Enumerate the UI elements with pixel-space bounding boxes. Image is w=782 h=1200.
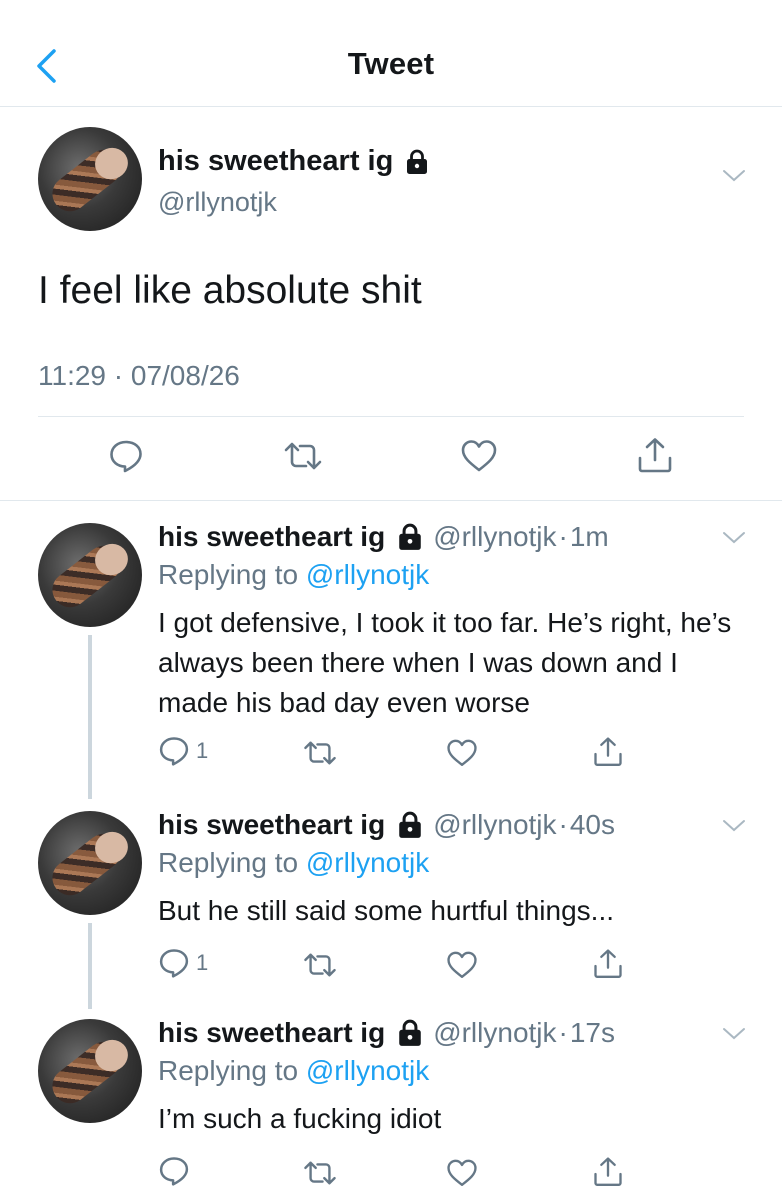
reply-icon [159,737,189,766]
reply-button[interactable]: 1 [158,735,208,767]
avatar[interactable] [38,127,142,231]
tweet-text: I feel like absolute shit [38,269,422,312]
separator: · [558,809,568,840]
chevron-down-icon [723,1028,745,1040]
display-name[interactable]: his sweetheart ig [158,1017,385,1049]
reply-button[interactable] [158,1155,196,1187]
retweet-icon [304,953,336,977]
chevron-down-icon [723,170,745,182]
like-button[interactable] [446,738,478,768]
tweet-text: I’m such a fucking idiot [158,1103,442,1134]
share-button[interactable] [593,947,623,980]
reply-tweet[interactable]: his sweetheart ig @rllynotjk · 17s Reply… [0,1009,782,1200]
mention-link[interactable]: @rllynotjk [306,1055,429,1086]
display-name[interactable]: his sweetheart ig [158,809,385,841]
share-icon [594,737,622,766]
reply-icon [159,949,189,978]
relative-time: 1m [569,521,609,552]
share-icon [594,949,622,978]
share-icon [638,438,672,473]
reply-button[interactable] [108,438,144,474]
share-icon [594,1157,622,1186]
relative-time: 17s [569,1017,616,1048]
more-options-button[interactable] [722,531,746,550]
separator: · [558,521,568,552]
retweet-button[interactable] [302,949,338,981]
author-name[interactable]: his sweetheart ig [158,145,429,178]
more-options-button[interactable] [722,169,746,188]
author-handle[interactable]: @rllynotjk [433,809,556,841]
heart-icon [461,440,497,472]
mention-link[interactable]: @rllynotjk [306,559,429,590]
chevron-down-icon [723,532,745,544]
page-title: Tweet [347,46,435,81]
author-handle[interactable]: @rllynotjk [158,187,277,218]
reply-header: his sweetheart ig @rllynotjk · 1m [158,521,609,553]
main-tweet: his sweetheart ig @rllynotjk I feel like… [0,107,782,501]
retweet-button[interactable] [302,1157,338,1189]
relative-time: 40s [569,809,616,840]
share-button[interactable] [593,1155,623,1188]
retweet-button[interactable] [302,737,338,769]
tweet-timestamp: 11:29 · 07/08/26 [38,360,240,391]
divider [38,416,744,417]
replying-to: Replying to @rllynotjk [158,1055,429,1087]
lock-icon [399,811,421,838]
replying-to: Replying to @rllynotjk [158,559,429,591]
reply-header: his sweetheart ig @rllynotjk · 17s [158,1017,615,1049]
reply-tweet[interactable]: his sweetheart ig @rllynotjk · 1m Replyi… [0,501,782,799]
thread-line [88,923,92,1009]
separator: · [558,1017,568,1048]
retweet-icon [304,1161,336,1185]
like-button[interactable] [460,439,498,473]
chevron-down-icon [723,820,745,832]
author-handle[interactable]: @rllynotjk [433,1017,556,1049]
lock-icon [407,149,428,174]
share-button[interactable] [637,436,673,474]
like-button[interactable] [446,950,478,980]
more-options-button[interactable] [722,819,746,838]
replying-to: Replying to @rllynotjk [158,847,429,879]
reply-header: his sweetheart ig @rllynotjk · 40s [158,809,615,841]
reply-button[interactable]: 1 [158,947,208,979]
lock-icon [399,1019,421,1046]
replying-to-label: Replying to [158,559,306,590]
tweet-text: But he still said some hurtful things... [158,895,614,926]
tweet-text: I got defensive, I took it too far. He’s… [158,607,732,718]
top-nav-bar: Tweet [0,0,782,107]
display-name[interactable]: his sweetheart ig [158,521,385,553]
author-handle[interactable]: @rllynotjk [433,521,556,553]
display-name: his sweetheart ig [158,145,394,177]
retweet-icon [284,442,322,470]
replying-to-label: Replying to [158,847,306,878]
lock-icon [399,523,421,550]
avatar[interactable] [38,523,142,627]
mention-link[interactable]: @rllynotjk [306,847,429,878]
retweet-icon [304,741,336,765]
heart-icon [447,1159,477,1186]
reply-icon [159,1157,189,1186]
share-button[interactable] [593,735,623,768]
thread-line [88,635,92,799]
more-options-button[interactable] [722,1027,746,1046]
like-button[interactable] [446,1158,478,1188]
reply-icon [110,440,142,473]
heart-icon [447,951,477,978]
reply-tweet[interactable]: his sweetheart ig @rllynotjk · 40s Reply… [0,799,782,1009]
replying-to-label: Replying to [158,1055,306,1086]
heart-icon [447,739,477,766]
avatar[interactable] [38,1019,142,1123]
avatar[interactable] [38,811,142,915]
tweet-detail-screen: Tweet his sweetheart ig @rllynotjk I fee… [0,0,782,1200]
reply-count: 1 [196,950,209,975]
retweet-button[interactable] [282,438,324,474]
reply-count: 1 [196,738,209,763]
